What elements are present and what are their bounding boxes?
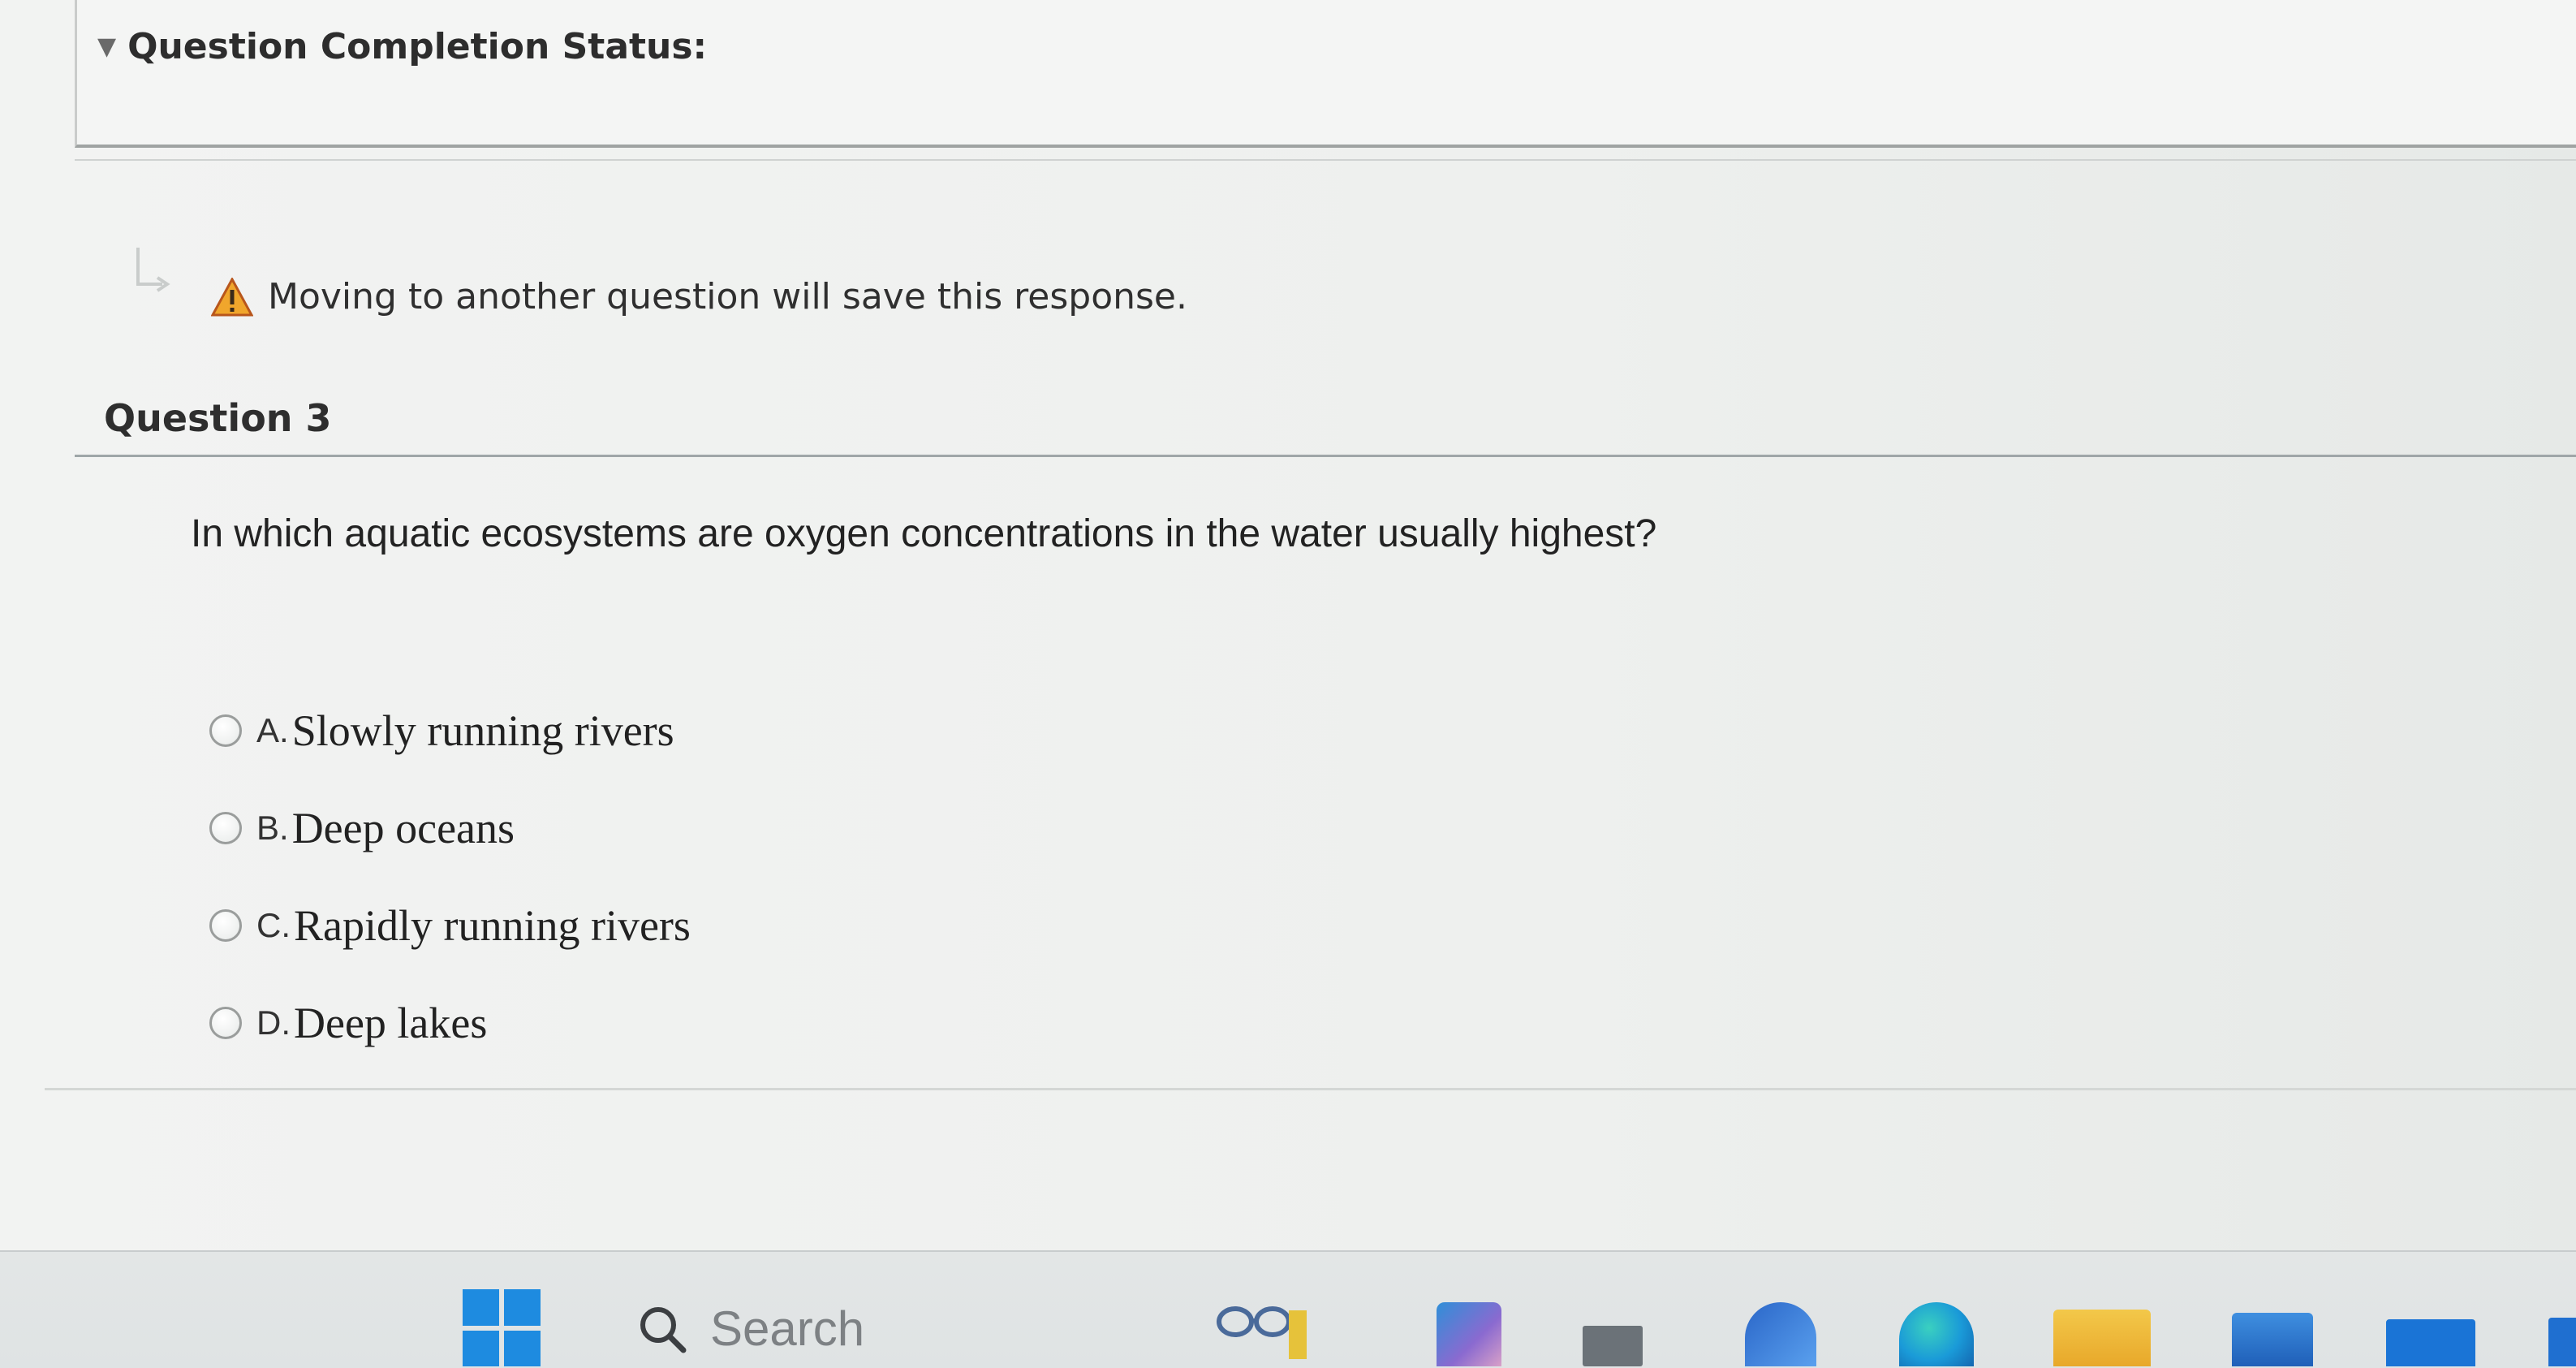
answer-option-b[interactable]: B. Deep oceans: [209, 779, 691, 877]
answer-option-a[interactable]: A. Slowly running rivers: [209, 682, 691, 779]
question-heading: Question 3: [104, 396, 332, 440]
windows-start-icon[interactable]: [463, 1289, 541, 1366]
radio-button-d[interactable]: [209, 1007, 242, 1039]
answer-letter: A.: [256, 711, 289, 749]
answer-option-c[interactable]: C. Rapidly running rivers: [209, 877, 691, 974]
chevron-down-icon[interactable]: ▼: [97, 32, 116, 61]
file-icon[interactable]: [1583, 1326, 1643, 1366]
answer-text: Rapidly running rivers: [294, 901, 691, 950]
app-icon[interactable]: [2548, 1318, 2576, 1366]
answer-options: A. Slowly running rivers B. Deep oceans …: [209, 682, 691, 1072]
page-area: ▼ Question Completion Status: Moving to …: [0, 0, 2576, 1250]
radio-button-b[interactable]: [209, 812, 242, 844]
photos-icon[interactable]: [1437, 1302, 1501, 1366]
radio-button-a[interactable]: [209, 714, 242, 747]
question-prompt: In which aquatic ecosystems are oxygen c…: [191, 512, 1657, 555]
search-label: Search: [710, 1301, 865, 1356]
answer-text: Deep oceans: [291, 804, 515, 852]
answer-letter: B.: [256, 809, 289, 847]
radio-button-c[interactable]: [209, 909, 242, 942]
file-explorer-icon[interactable]: [2053, 1310, 2151, 1366]
answer-text: Slowly running rivers: [291, 706, 674, 755]
copilot-icon[interactable]: [1745, 1302, 1816, 1366]
completion-status-title: Question Completion Status:: [127, 26, 708, 67]
mail-icon[interactable]: [2386, 1319, 2475, 1366]
question-completion-status-panel: [75, 0, 2576, 148]
answer-option-d[interactable]: D. Deep lakes: [209, 974, 691, 1072]
divider: [75, 159, 2576, 161]
search-icon: [640, 1306, 687, 1353]
content-bottom-edge: [45, 1088, 2576, 1090]
completion-status-header[interactable]: ▼ Question Completion Status:: [97, 26, 707, 67]
arrow-right-icon: [136, 248, 170, 292]
question-divider: [75, 455, 2576, 457]
warning-icon: [211, 277, 253, 316]
answer-letter: D.: [256, 1003, 291, 1042]
save-warning-text: Moving to another question will save thi…: [268, 276, 1187, 317]
taskbar-search[interactable]: Search: [637, 1301, 864, 1357]
answer-letter: C.: [256, 906, 291, 944]
store-icon[interactable]: [2232, 1313, 2313, 1366]
glasses-widget-icon[interactable]: [1209, 1302, 1307, 1366]
save-warning-notice: Moving to another question will save thi…: [211, 276, 1187, 317]
answer-text: Deep lakes: [294, 999, 488, 1047]
